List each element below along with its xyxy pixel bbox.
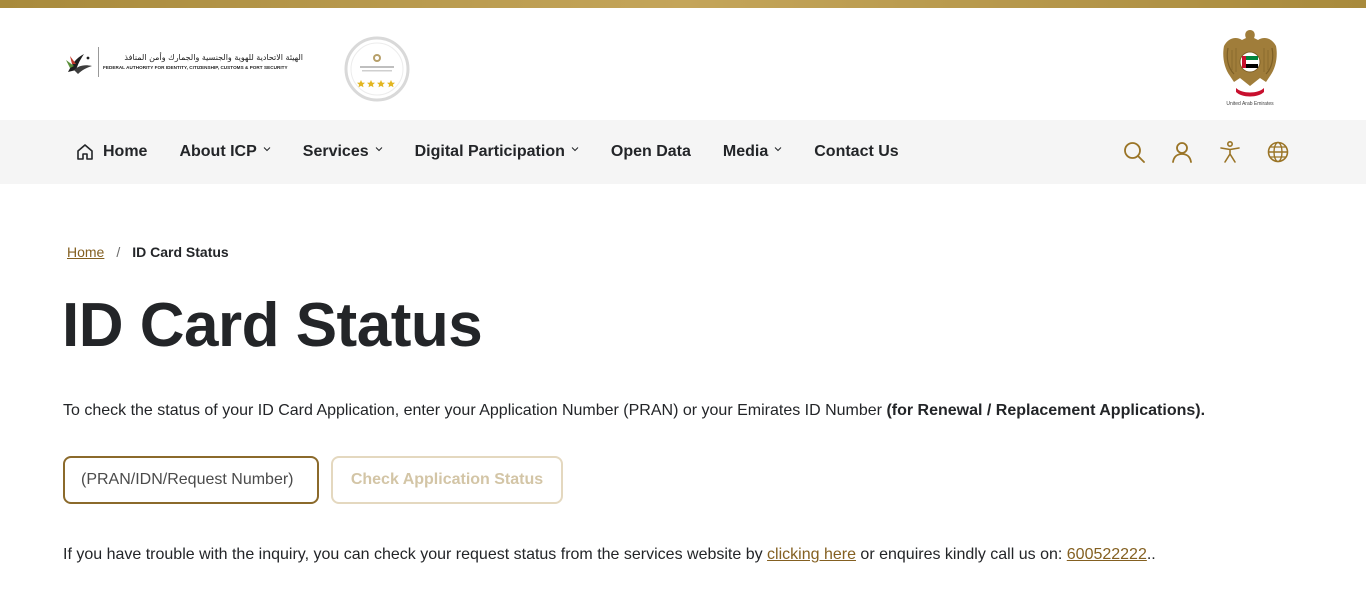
- chevron-down-icon: [263, 147, 271, 152]
- logo-english-text: FEDERAL AUTHORITY FOR IDENTITY, CITIZENS…: [103, 64, 288, 70]
- nav-item-digital-participation[interactable]: Digital Participation: [415, 143, 579, 161]
- breadcrumb-home-link[interactable]: Home: [67, 244, 104, 260]
- intro-text: To check the status of your ID Card Appl…: [63, 402, 1205, 420]
- clicking-here-link[interactable]: clicking here: [767, 546, 856, 563]
- nav-item-home-label: Home: [103, 143, 148, 160]
- help-text-suffix: ..: [1146, 546, 1156, 563]
- nav-item-media[interactable]: Media: [723, 143, 782, 161]
- logo-divider: [98, 47, 99, 77]
- breadcrumb: Home / ID Card Status: [67, 244, 229, 260]
- four-star-rating-badge: [344, 36, 410, 102]
- page-title: ID Card Status: [62, 291, 483, 360]
- accessibility-icon[interactable]: [1218, 140, 1242, 164]
- chevron-down-icon: [571, 147, 579, 152]
- nav-item-digital-participation-label: Digital Participation: [414, 143, 565, 160]
- search-icon[interactable]: [1122, 140, 1146, 164]
- chevron-down-icon: [774, 147, 782, 152]
- home-icon: [77, 144, 93, 160]
- site-header: الهيئة الاتحادية للهوية والجنسية والجمار…: [0, 8, 1366, 120]
- phone-number-link[interactable]: 600522222: [1067, 546, 1147, 563]
- nav-utility-icons: [1098, 120, 1290, 184]
- intro-text-main: To check the status of your ID Card Appl…: [63, 402, 887, 419]
- uae-eagle-emblem-icon: [1220, 26, 1280, 110]
- nav-item-about-icp-label: About ICP: [179, 143, 257, 160]
- nav-item-services[interactable]: Services: [303, 143, 383, 161]
- help-text-middle: or enquires kindly call us on:: [855, 546, 1067, 563]
- chevron-down-icon: [375, 147, 382, 152]
- nav-item-media-label: Media: [722, 143, 769, 160]
- nav-item-contact-us[interactable]: Contact Us: [814, 143, 898, 161]
- nav-item-services-label: Services: [302, 143, 369, 160]
- falcon-logo-icon: [64, 46, 96, 78]
- check-application-status-button[interactable]: Check Application Status: [331, 456, 563, 504]
- globe-icon[interactable]: [1266, 140, 1290, 164]
- nav-item-contact-us-label: Contact Us: [814, 143, 899, 160]
- breadcrumb-current: ID Card Status: [132, 244, 229, 260]
- application-number-input[interactable]: [63, 456, 319, 504]
- top-accent-bar: [0, 0, 1366, 8]
- help-text: If you have trouble with the inquiry, yo…: [63, 546, 1156, 564]
- nav-item-open-data-label: Open Data: [610, 143, 691, 160]
- nav-item-about-icp[interactable]: About ICP: [179, 143, 271, 161]
- nav-item-open-data[interactable]: Open Data: [611, 143, 691, 161]
- icp-logo[interactable]: الهيئة الاتحادية للهوية والجنسية والجمار…: [64, 46, 303, 78]
- help-text-prefix: If you have trouble with the inquiry, yo…: [63, 546, 768, 563]
- user-icon[interactable]: [1170, 140, 1194, 164]
- logo-arabic-text: الهيئة الاتحادية للهوية والجنسية والجمار…: [124, 53, 303, 63]
- uae-emblem-caption: United Arab Emirates: [1226, 101, 1274, 107]
- nav-item-home[interactable]: Home: [76, 143, 147, 161]
- logo-wordmark: الهيئة الاتحادية للهوية والجنسية والجمار…: [103, 53, 303, 70]
- breadcrumb-separator: /: [116, 244, 121, 260]
- nav-menu: Home About ICP Services Digital Particip…: [76, 120, 931, 184]
- main-navigation: Home About ICP Services Digital Particip…: [0, 120, 1366, 184]
- intro-text-bold: (for Renewal / Replacement Applications)…: [886, 402, 1206, 419]
